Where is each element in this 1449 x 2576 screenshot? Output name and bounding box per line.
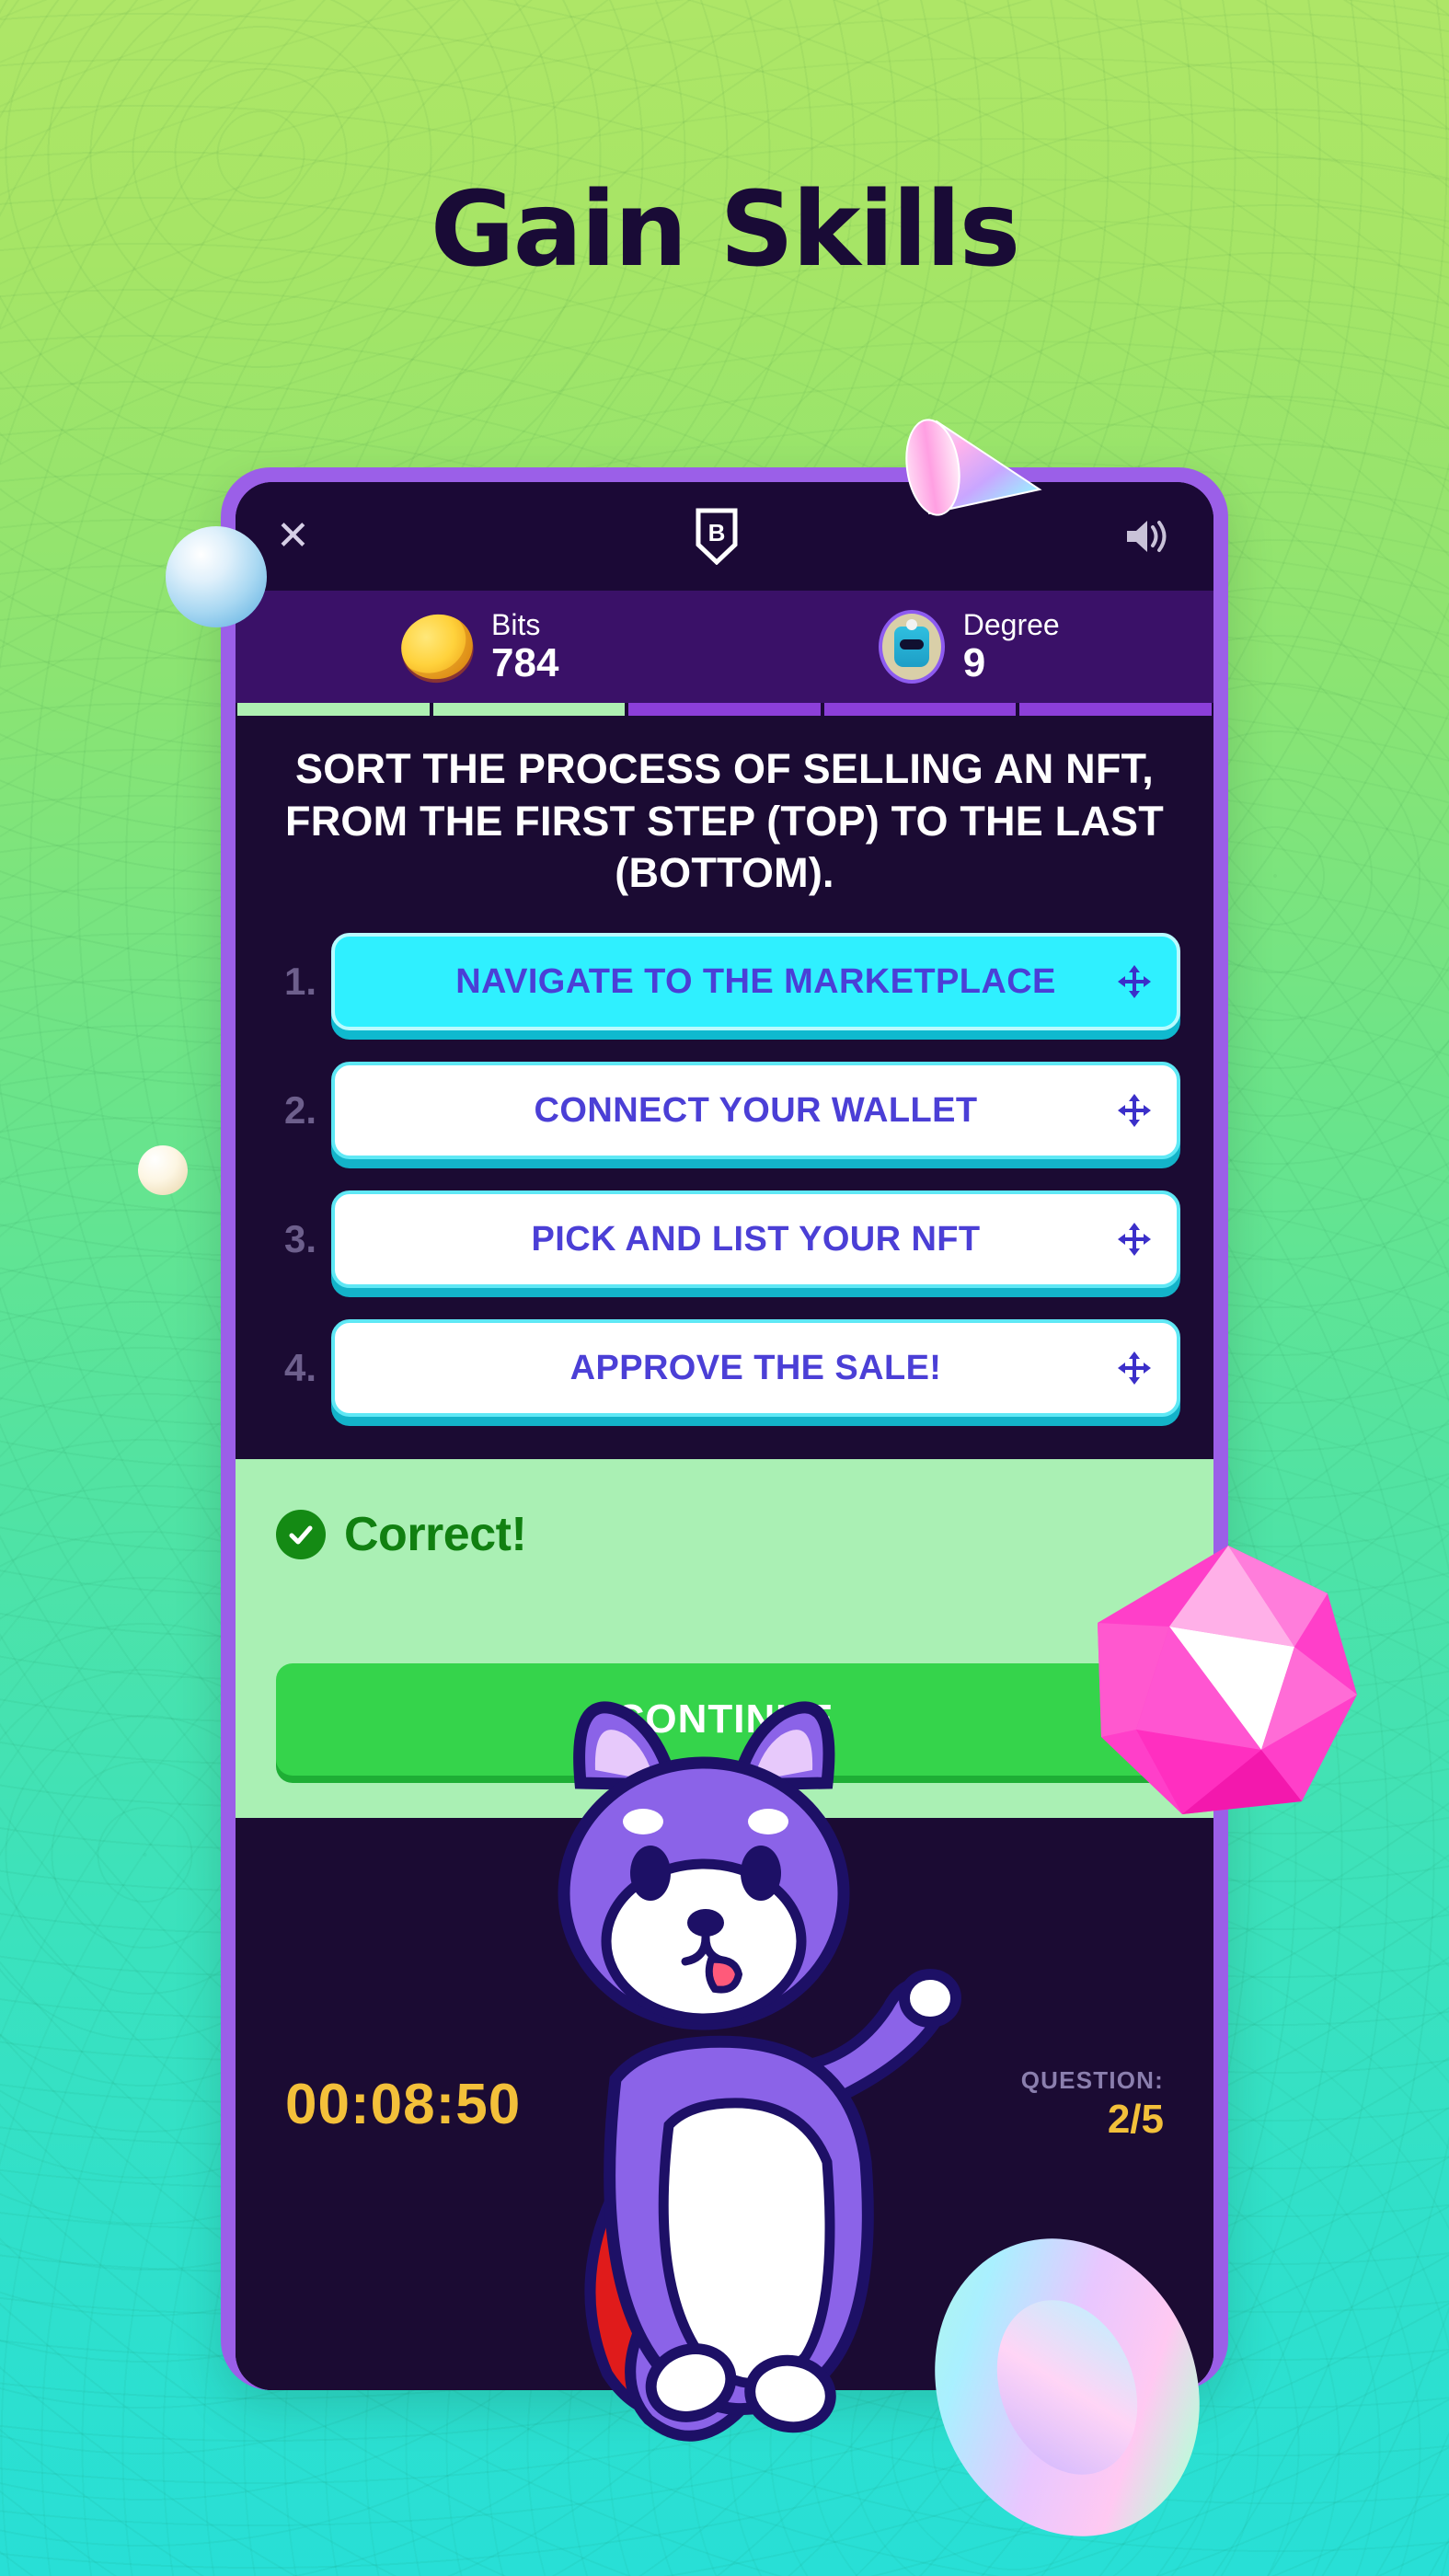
app-screen: ✕ B Bits 784 Degree 9 SORT THE PROCESS O…: [236, 482, 1213, 2390]
footer-bar: 00:08:50 QUESTION: 2/5: [236, 1818, 1213, 2390]
progress-segment: [823, 703, 1017, 716]
gold-coin-icon: [395, 607, 479, 686]
drag-move-icon[interactable]: [1116, 1221, 1153, 1258]
progress-segment: [628, 703, 821, 716]
page-title: Gain Skills: [430, 170, 1021, 290]
app-top-bar: ✕ B: [236, 482, 1213, 591]
option-2-pill[interactable]: CONNECT YOUR WALLET: [331, 1062, 1180, 1160]
stat-bits-label: Bits: [491, 607, 541, 641]
countdown-timer: 00:08:50: [285, 2072, 522, 2136]
drag-move-icon[interactable]: [1116, 1092, 1153, 1129]
progress-bar: [236, 703, 1213, 716]
progress-segment: [1019, 703, 1212, 716]
stats-bar: Bits 784 Degree 9: [236, 591, 1213, 703]
list-item: 1. NAVIGATE TO THE MARKETPLACE: [269, 933, 1180, 1031]
options-list: 1. NAVIGATE TO THE MARKETPLACE 2. CONNEC…: [269, 933, 1180, 1418]
status-badge: Correct!: [276, 1507, 1173, 1562]
stat-bits-value: 784: [491, 639, 559, 685]
list-item: 3. PICK AND LIST YOUR NFT: [269, 1190, 1180, 1289]
option-3-pill[interactable]: PICK AND LIST YOUR NFT: [331, 1190, 1180, 1289]
option-number: 4.: [283, 1346, 316, 1390]
result-panel: Correct! CONTINUE: [236, 1459, 1213, 1819]
b-shield-logo-icon: B: [696, 508, 738, 565]
check-circle-icon: [276, 1510, 326, 1560]
speaker-volume-icon[interactable]: [1123, 515, 1173, 558]
stat-degree: Degree 9: [725, 609, 1214, 684]
stat-bits: Bits 784: [236, 607, 725, 686]
continue-button[interactable]: CONTINUE: [276, 1663, 1173, 1777]
result-status-text: Correct!: [344, 1508, 527, 1562]
option-label: CONNECT YOUR WALLET: [534, 1090, 978, 1130]
question-counter-value: 2/5: [1107, 2096, 1164, 2142]
list-item: 2. CONNECT YOUR WALLET: [269, 1062, 1180, 1160]
option-number: 3.: [283, 1217, 316, 1261]
option-label: NAVIGATE TO THE MARKETPLACE: [455, 961, 1056, 1001]
option-number: 2.: [283, 1088, 316, 1133]
progress-segment: [432, 703, 626, 716]
question-section: SORT THE PROCESS OF SELLING AN NFT, FROM…: [236, 716, 1213, 1460]
phone-mockup: ✕ B Bits 784 Degree 9 SORT THE PROCESS O…: [221, 467, 1228, 2390]
option-label: PICK AND LIST YOUR NFT: [531, 1219, 981, 1259]
option-4-pill[interactable]: APPROVE THE SALE!: [331, 1319, 1180, 1418]
option-1-pill[interactable]: NAVIGATE TO THE MARKETPLACE: [331, 933, 1180, 1031]
question-prompt: SORT THE PROCESS OF SELLING AN NFT, FROM…: [285, 745, 1164, 897]
close-x-icon[interactable]: ✕: [276, 516, 310, 557]
question-counter: QUESTION: 2/5: [1021, 2066, 1164, 2143]
drag-move-icon[interactable]: [1116, 1350, 1153, 1386]
question-counter-label: QUESTION:: [1020, 2065, 1164, 2094]
list-item: 4. APPROVE THE SALE!: [269, 1319, 1180, 1418]
progress-segment: [237, 703, 430, 716]
robot-avatar-icon: [878, 610, 945, 684]
option-label: APPROVE THE SALE!: [569, 1348, 942, 1387]
cream-sphere: [138, 1145, 188, 1195]
option-number: 1.: [283, 960, 316, 1004]
continue-button-label: CONTINUE: [615, 1696, 834, 1742]
stat-degree-label: Degree: [962, 607, 1060, 641]
svg-text:B: B: [708, 519, 726, 546]
drag-move-icon[interactable]: [1116, 963, 1153, 1000]
stat-degree-value: 9: [962, 639, 986, 685]
